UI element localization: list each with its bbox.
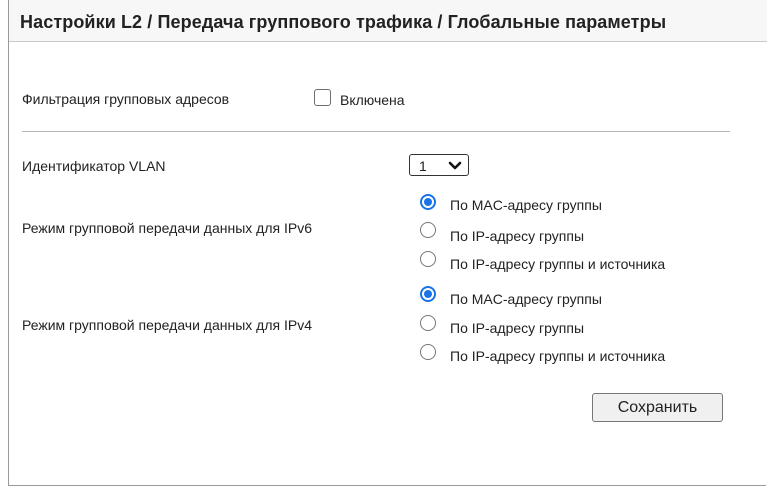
ipv4-option-ip-label: По IP-адресу группы (450, 320, 585, 336)
vlan-label: Идентификатор VLAN (22, 158, 166, 174)
ipv6-option-mac-label: По MAC-адресу группы (450, 197, 602, 213)
page-header: Настройки L2 / Передача группового трафи… (9, 0, 767, 42)
ipv6-option-ip-source-label: По IP-адресу группы и источника (450, 256, 666, 272)
ipv4-radio-mac[interactable] (420, 286, 436, 302)
page-title: Настройки L2 / Передача группового трафи… (20, 12, 667, 32)
ipv6-radio-mac[interactable] (420, 194, 436, 210)
filtering-label: Фильтрация групповых адресов (22, 91, 230, 107)
ipv4-mode-label: Режим групповой передачи данных для IPv4 (22, 317, 312, 333)
ipv6-radio-ip[interactable] (420, 222, 436, 238)
ipv6-radio-ip-source[interactable] (420, 251, 436, 267)
ipv4-option-mac-label: По MAC-адресу группы (450, 291, 602, 307)
ipv4-radio-ip-source[interactable] (420, 344, 436, 360)
ipv6-mode-label: Режим групповой передачи данных для IPv6 (22, 220, 312, 236)
chevron-down-icon (448, 161, 462, 170)
settings-panel: Настройки L2 / Передача группового трафи… (8, 0, 767, 486)
ipv4-radio-ip[interactable] (420, 315, 436, 331)
filtering-enabled-checkbox[interactable] (314, 89, 331, 106)
ipv4-option-ip-source-label: По IP-адресу группы и источника (450, 348, 666, 364)
filtering-checkbox-label: Включена (340, 92, 405, 108)
ipv6-option-ip-label: По IP-адресу группы (450, 228, 585, 244)
section-divider (22, 131, 730, 132)
save-button[interactable]: Сохранить (592, 393, 723, 422)
vlan-select[interactable]: 1 (409, 154, 469, 176)
vlan-select-value: 1 (419, 158, 427, 174)
